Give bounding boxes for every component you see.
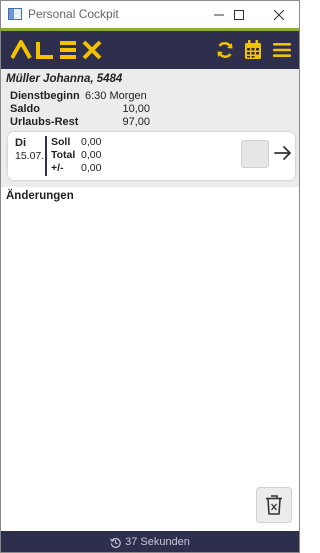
changes-heading: Änderungen [6,190,74,202]
calendar-button[interactable] [242,39,264,61]
delete-button[interactable] [256,487,292,523]
employee-name: Müller Johanna, 5484 [6,73,123,85]
close-icon [274,9,284,20]
arrow-right-icon[interactable] [272,142,294,164]
trash-icon [266,495,282,515]
session-footer: 37 Sekunden [1,531,299,552]
diff-value: 0,00 [81,162,102,174]
diff-label: +/- [51,162,64,174]
day-status-button[interactable] [241,140,269,168]
soll-value: 0,00 [81,136,102,148]
title-bar: Personal Cockpit [1,1,299,28]
window-title: Personal Cockpit [28,7,119,21]
soll-label: Soll [51,136,71,148]
maximize-button[interactable] [219,1,259,28]
saldo-row: Saldo 10,00 [10,103,150,116]
refresh-icon [217,42,233,58]
alex-logo [11,40,102,60]
dienstbeginn-row: Dienstbeginn 6:30 Morgen [10,90,150,103]
total-label: Total [51,149,76,161]
total-value: 0,00 [81,149,102,161]
saldo-label: Saldo [10,103,40,115]
dienstbeginn-value: 6:30 Morgen [85,90,147,102]
employee-summary-panel: Müller Johanna, 5484 Dienstbeginn 6:30 M… [1,69,299,187]
day-divider [45,136,47,176]
urlaub-row: Urlaubs-Rest 97,00 [10,116,150,129]
close-button[interactable] [259,1,299,28]
maximize-icon [234,9,244,20]
app-header [1,28,299,69]
saldo-value: 10,00 [122,103,150,115]
app-icon [8,8,22,20]
refresh-button[interactable] [214,39,236,61]
day-name: Di [15,137,26,149]
day-card[interactable]: Di 15.07. Soll 0,00 Total 0,00 +/- 0,00 [8,132,295,180]
day-date: 15.07. [15,150,45,162]
calendar-icon [245,40,261,59]
session-timer: 37 Sekunden [125,536,190,548]
menu-icon [273,43,291,57]
menu-button[interactable] [271,39,293,61]
urlaub-value: 97,00 [122,116,150,128]
urlaub-label: Urlaubs-Rest [10,116,79,128]
app-window: Personal Cockpit Müller Johanna, 5484 Di… [0,0,300,553]
history-icon [110,537,121,548]
